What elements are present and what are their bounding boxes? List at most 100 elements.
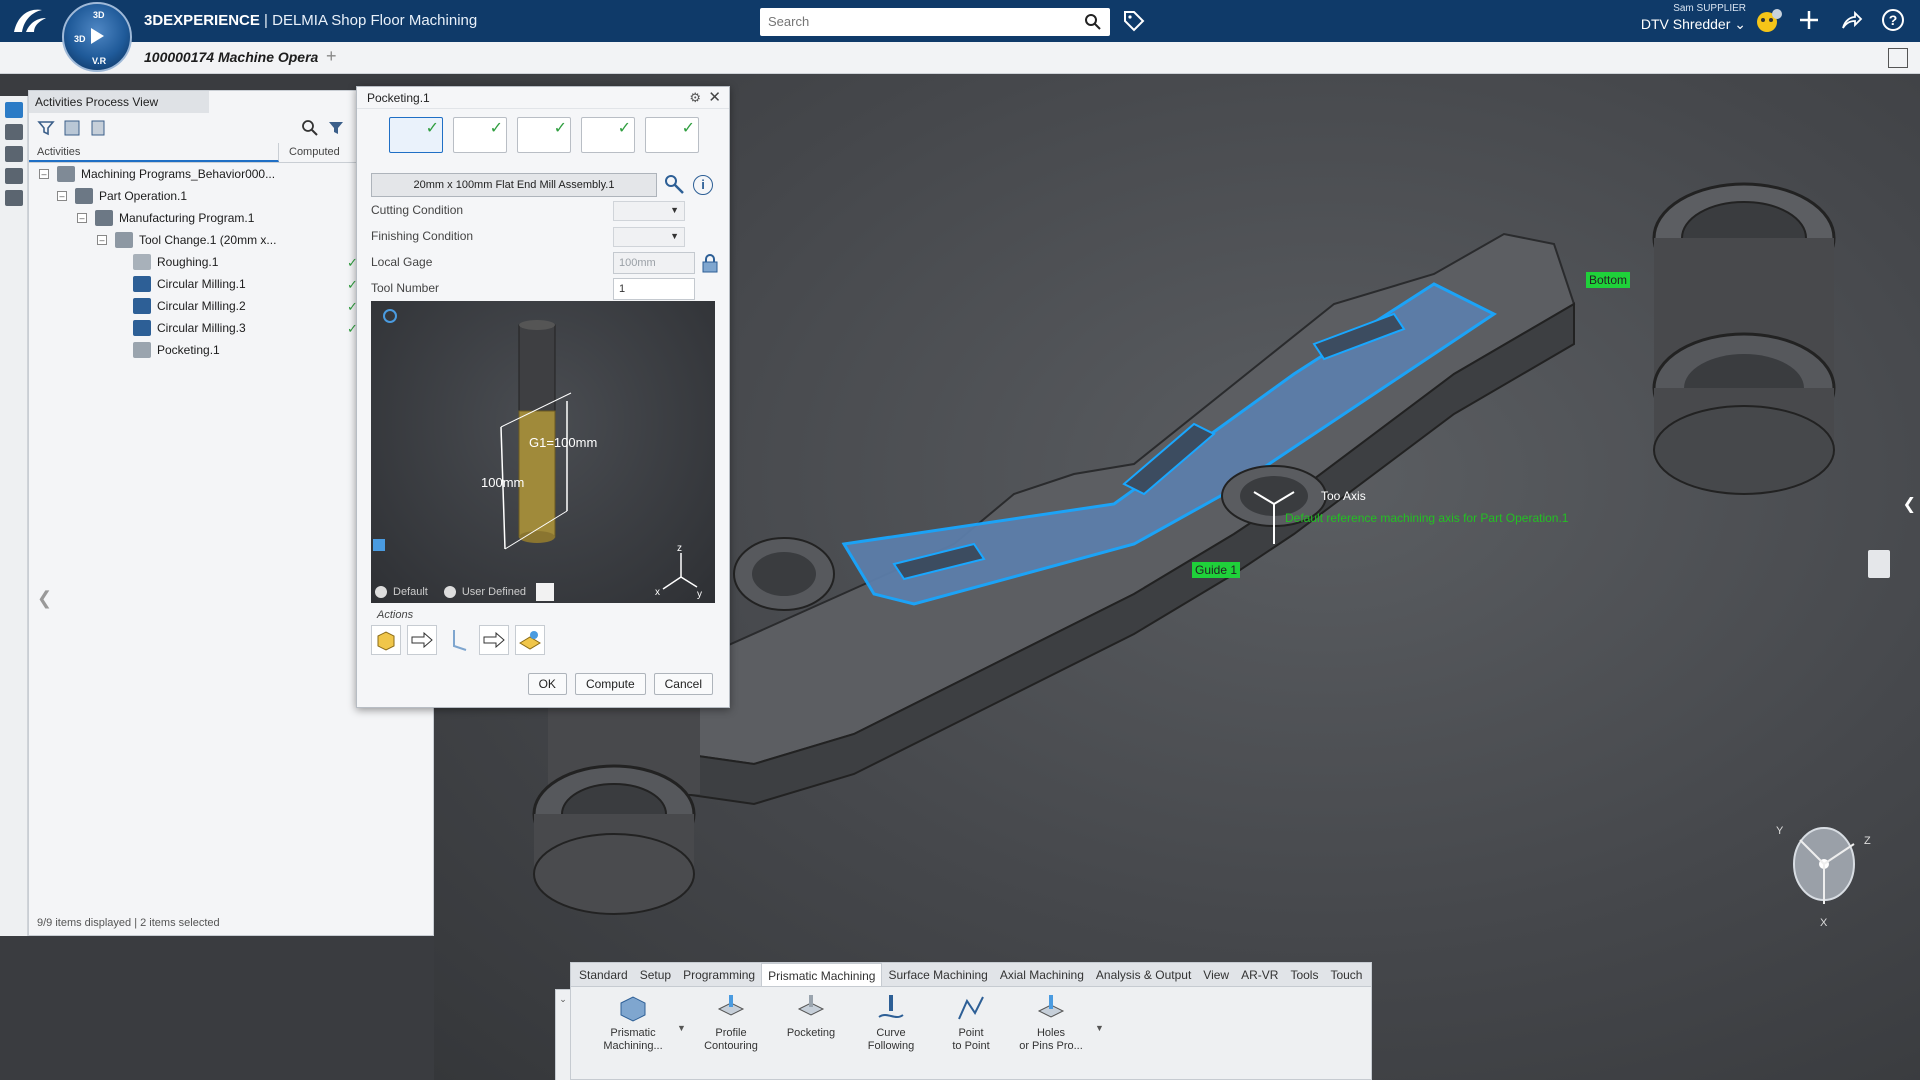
column-activities[interactable]: Activities (29, 143, 279, 162)
chevron-down-icon[interactable]: ▼ (1095, 993, 1105, 1053)
tool-select-icon[interactable] (663, 173, 687, 197)
tab-geometry[interactable]: ✓ (453, 117, 507, 153)
tab-machine-operation[interactable]: 100000174 Machine Opera (144, 49, 318, 65)
tab-analysis-output[interactable]: Analysis & Output (1090, 963, 1197, 986)
tab-programming[interactable]: Programming (677, 963, 761, 986)
compute-button[interactable]: Compute (574, 673, 646, 695)
local-gage-input[interactable] (613, 252, 695, 274)
filter-icon[interactable] (35, 117, 57, 139)
tab-touch[interactable]: Touch (1324, 963, 1368, 986)
tab-strategy[interactable]: ✓ (517, 117, 571, 153)
tab-ar-vr[interactable]: AR-VR (1235, 963, 1284, 986)
part-operation-icon (75, 188, 93, 204)
profile-contouring-button[interactable]: Profile Contouring (695, 993, 767, 1053)
search-input[interactable] (768, 8, 1068, 34)
panel-collapse-icon[interactable]: ❮ (37, 588, 52, 609)
approach-box-icon[interactable] (371, 625, 401, 655)
action-bar-tabs: Standard Setup Programming Prismatic Mac… (571, 963, 1371, 987)
guide-label[interactable]: Guide 1 (1192, 562, 1241, 578)
tab-prismatic-machining[interactable]: Prismatic Machining (761, 963, 883, 986)
collapse-icon[interactable]: – (77, 213, 87, 223)
dassault-logo-icon[interactable] (8, 4, 52, 38)
tab-surface-machining[interactable]: Surface Machining (882, 963, 993, 986)
compass-widget[interactable]: 3D 3D V.R (62, 2, 132, 72)
check-icon: ✓ (681, 120, 695, 137)
search-icon[interactable] (1084, 13, 1102, 31)
user-block[interactable]: Sam SUPPLIER DTV Shredder ⌄ (1640, 3, 1746, 33)
svg-text:Y: Y (1776, 825, 1784, 837)
roughing-icon (133, 254, 151, 270)
new-tab-icon[interactable]: + (326, 46, 337, 67)
dim-length-label: 100mm (481, 475, 525, 490)
svg-text:?: ? (1889, 12, 1898, 28)
tool-motion-icon[interactable] (443, 625, 473, 655)
panel-search-icon[interactable] (299, 117, 321, 139)
tab-feeds-speeds[interactable]: ✓ (645, 117, 699, 153)
share-icon[interactable] (1839, 8, 1865, 34)
compass-bottom-label: V.R (92, 56, 107, 66)
add-icon[interactable] (1797, 8, 1823, 34)
prismatic-machining-button[interactable]: Prismatic Machining... (597, 993, 669, 1053)
column-computed[interactable]: Computed (279, 143, 355, 162)
collapse-icon[interactable]: – (97, 235, 107, 245)
edit-icon[interactable] (536, 583, 555, 601)
cutting-condition-select[interactable]: ▼ (613, 201, 685, 221)
navigation-triad-icon[interactable]: Y Z X (1776, 825, 1871, 929)
chevron-down-icon: ⌄ (1734, 16, 1746, 32)
compute-toolpath-icon[interactable] (515, 625, 545, 655)
chevron-down-icon[interactable]: ▼ (677, 993, 687, 1053)
resources-icon[interactable] (5, 146, 23, 162)
parts-icon[interactable] (5, 124, 23, 140)
viewport-side-button[interactable] (1868, 550, 1890, 578)
gear-icon[interactable]: ⚙ (689, 90, 701, 106)
tool-preview[interactable]: z x y G1=100mm 100mm Default User Define… (371, 301, 715, 603)
ok-button[interactable]: OK (527, 673, 567, 695)
user-defined-radio[interactable] (443, 586, 456, 598)
tool-name-field[interactable]: 20mm x 100mm Flat End Mill Assembly.1 (371, 173, 657, 197)
collapse-icon[interactable]: – (39, 169, 49, 179)
process-icon[interactable] (5, 168, 23, 184)
point-to-point-button[interactable]: Point to Point (935, 993, 1007, 1053)
cancel-button[interactable]: Cancel (653, 673, 713, 695)
check-icon: ✓ (425, 120, 439, 137)
tab-macros[interactable]: ✓ (581, 117, 635, 153)
tab-standard[interactable]: Standard (573, 963, 634, 986)
collaborative-space[interactable]: DTV Shredder ⌄ (1640, 16, 1746, 33)
check-icon: ✓ (489, 120, 503, 137)
viewport-right-collapse-icon[interactable]: ❮ (1903, 494, 1916, 514)
holes-pins-button[interactable]: Holes or Pins Pro... (1015, 993, 1087, 1053)
arrow-right-icon[interactable] (407, 625, 437, 655)
tag-icon[interactable] (1122, 9, 1146, 33)
check-icon: ✓ (553, 120, 567, 137)
tab-axial-machining[interactable]: Axial Machining (994, 963, 1090, 986)
bottom-label[interactable]: Bottom (1586, 272, 1631, 288)
info-icon[interactable]: i (693, 175, 713, 195)
panel-filter-icon[interactable] (325, 117, 347, 139)
preview-zoom-icon[interactable] (383, 309, 397, 323)
tab-setup[interactable]: Setup (634, 963, 677, 986)
curve-following-button[interactable]: Curve Following (855, 993, 927, 1053)
tab-tool[interactable]: ✓ (389, 117, 443, 153)
finishing-condition-label: Finishing Condition (371, 229, 474, 243)
preview-checkbox[interactable] (373, 539, 385, 551)
tab-view[interactable]: View (1197, 963, 1235, 986)
play-icon[interactable] (91, 28, 104, 44)
tree-expand-icon[interactable] (87, 117, 109, 139)
arrow-right-icon[interactable] (479, 625, 509, 655)
tab-tools[interactable]: Tools (1284, 963, 1324, 986)
default-radio[interactable] (375, 586, 387, 598)
pocketing-button[interactable]: Pocketing (775, 993, 847, 1053)
action-bar-collapse-icon[interactable]: ⌄ (555, 989, 571, 1080)
collapse-icon[interactable]: – (57, 191, 67, 201)
help-icon[interactable]: ? (1881, 8, 1907, 34)
tool-number-input[interactable] (613, 278, 695, 300)
tree-filter-icon[interactable] (61, 117, 83, 139)
finishing-condition-select[interactable]: ▼ (613, 227, 685, 247)
lock-icon[interactable] (701, 253, 719, 273)
tool-axis-label[interactable]: Too Axis (1318, 488, 1369, 504)
maximize-icon[interactable] (1888, 48, 1908, 68)
tree-icon[interactable] (5, 102, 23, 118)
close-icon[interactable]: ✕ (708, 88, 721, 106)
avatar[interactable] (1755, 8, 1782, 34)
list-icon[interactable] (5, 190, 23, 206)
